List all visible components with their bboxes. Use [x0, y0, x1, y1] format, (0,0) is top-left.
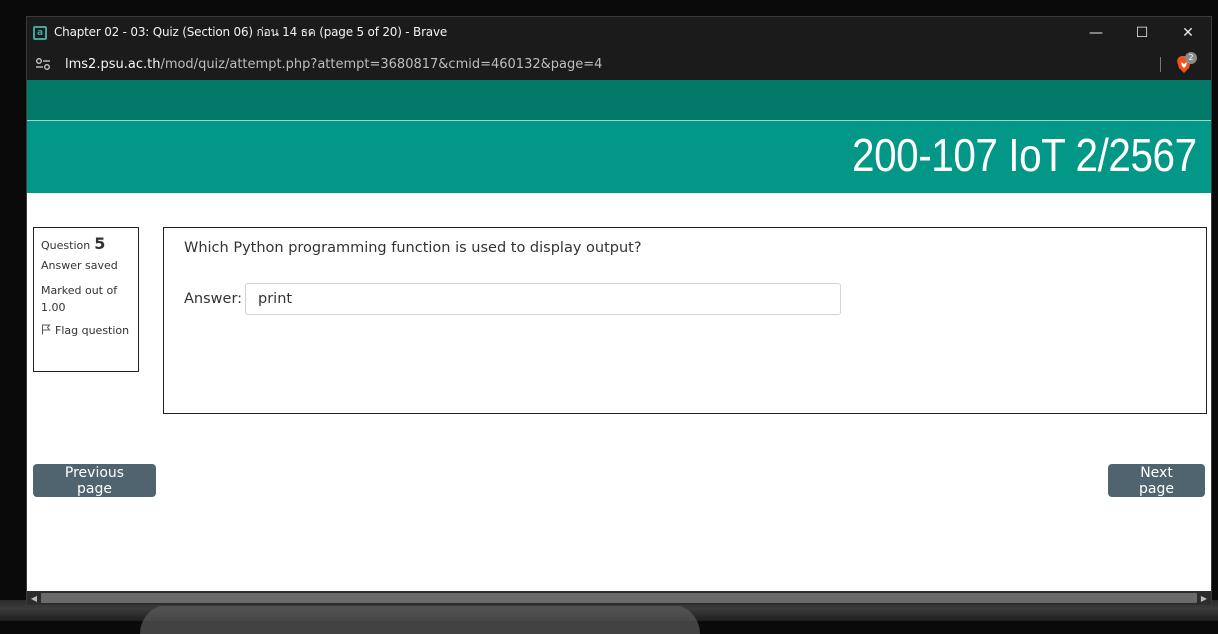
question-box: Which Python programming function is use… [163, 227, 1207, 414]
site-info-icon[interactable] [35, 57, 51, 71]
page-content: 200-107 IoT 2/2567 Question 5 Answer sav… [27, 80, 1211, 591]
title-bar: a Chapter 02 - 03: Quiz (Section 06) ก่อ… [27, 17, 1211, 48]
flag-question-label[interactable]: Flag question [55, 324, 129, 337]
course-title: 200-107 IoT 2/2567 [852, 129, 1197, 181]
question-number-value: 5 [94, 234, 106, 253]
question-grade: Marked out of 1.00 [41, 284, 118, 314]
wallpaper-shape [140, 604, 700, 634]
address-bar[interactable]: lms2.psu.ac.th/mod/quiz/attempt.php?atte… [27, 48, 1211, 80]
question-state: Answer saved [41, 259, 118, 272]
question-text: Which Python programming function is use… [184, 240, 642, 256]
answer-label: Answer: [184, 291, 243, 307]
close-button[interactable]: ✕ [1165, 17, 1211, 48]
flag-icon[interactable] [41, 324, 51, 335]
address-separator [1160, 57, 1161, 72]
window-title: Chapter 02 - 03: Quiz (Section 06) ก่อน … [54, 25, 448, 39]
window-controls: — ☐ ✕ [1073, 17, 1211, 48]
url-path[interactable]: /mod/quiz/attempt.php?attempt=3680817&cm… [160, 57, 602, 72]
scroll-left-arrow-icon[interactable]: ◀ [27, 591, 41, 605]
next-page-button[interactable]: Next page [1108, 464, 1205, 497]
course-header: 200-107 IoT 2/2567 [27, 121, 1211, 193]
question-number-label: Question [41, 239, 91, 252]
horizontal-scrollbar[interactable]: ◀ ▶ [27, 591, 1211, 605]
question-info: Question 5 Answer saved Marked out of 1.… [33, 227, 139, 372]
navbar [27, 80, 1211, 120]
app-icon: a [33, 25, 47, 40]
flag-question-link[interactable]: Flag question [41, 322, 131, 339]
minimize-button[interactable]: — [1073, 17, 1119, 48]
previous-page-button[interactable]: Previous page [33, 464, 156, 497]
maximize-button[interactable]: ☐ [1119, 17, 1165, 48]
url-host[interactable]: lms2.psu.ac.th [65, 57, 160, 72]
browser-window: a Chapter 02 - 03: Quiz (Section 06) ก่อ… [26, 16, 1212, 606]
question-number: Question 5 [41, 234, 131, 253]
scrollbar-thumb[interactable] [41, 593, 1197, 603]
answer-input[interactable] [245, 283, 841, 315]
shields-badge: 2 [1185, 52, 1197, 64]
scroll-right-arrow-icon[interactable]: ▶ [1197, 591, 1211, 605]
